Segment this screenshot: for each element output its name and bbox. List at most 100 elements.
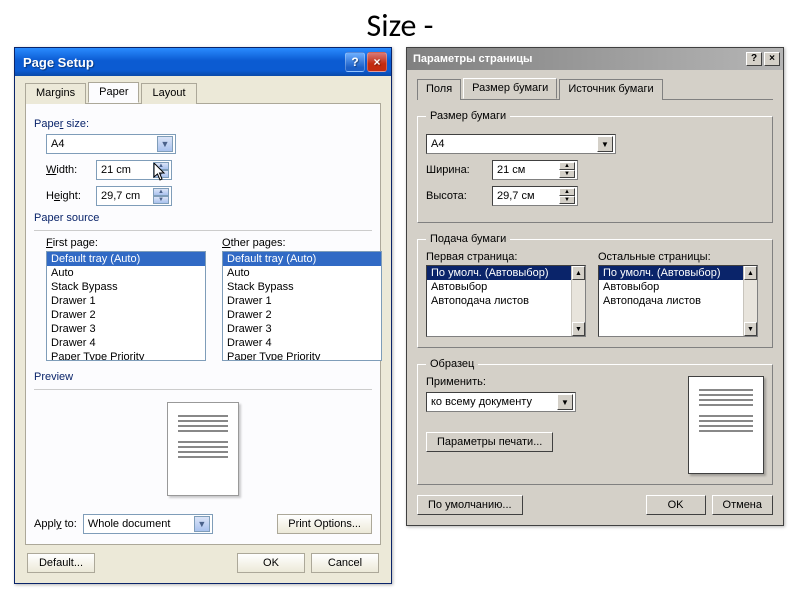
height-label: Height: (46, 190, 92, 202)
scroll-up-icon[interactable]: ▲ (744, 266, 757, 280)
list-item[interactable]: Default tray (Auto) (47, 252, 205, 266)
paper-size-value: A4 (431, 138, 444, 150)
page-setup-dialog-xp: Page Setup ? × Margins Paper Layout Pape… (14, 47, 392, 584)
page-preview-icon (688, 376, 764, 474)
print-params-button[interactable]: Параметры печати... (426, 432, 553, 452)
tab-paper[interactable]: Paper (88, 82, 139, 103)
list-item[interactable]: Drawer 3 (47, 322, 205, 336)
paper-source-label: Paper source (34, 212, 372, 224)
help-button[interactable]: ? (345, 52, 365, 72)
width-value: 21 cm (101, 164, 131, 176)
titlebar: Параметры страницы ? × (407, 48, 783, 70)
apply-to-combo[interactable]: Whole document ▼ (83, 514, 213, 534)
close-button[interactable]: × (367, 52, 387, 72)
height-value: 29,7 см (497, 190, 535, 202)
tab-razmer-bumagi[interactable]: Размер бумаги (463, 78, 557, 99)
list-item[interactable]: По умолч. (Автовыбор) (599, 266, 757, 280)
ok-button[interactable]: OK (646, 495, 706, 515)
list-item[interactable]: Drawer 4 (47, 336, 205, 350)
width-spinner[interactable]: 21 см ▲ ▼ (492, 160, 578, 180)
first-page-listbox[interactable]: По умолч. (Автовыбор) Автовыбор Автопода… (426, 265, 586, 337)
other-pages-listbox[interactable]: По умолч. (Автовыбор) Автовыбор Автопода… (598, 265, 758, 337)
tab-polya[interactable]: Поля (417, 79, 461, 100)
apply-value: ко всему документу (431, 396, 532, 408)
other-pages-listbox[interactable]: Default tray (Auto) Auto Stack Bypass Dr… (222, 251, 382, 361)
apply-combo[interactable]: ко всему документу ▼ (426, 392, 576, 412)
ok-button[interactable]: OK (237, 553, 305, 573)
spin-up-icon[interactable]: ▲ (153, 162, 169, 170)
spin-down-icon[interactable]: ▼ (559, 196, 575, 204)
spin-down-icon[interactable]: ▼ (153, 170, 169, 178)
list-item[interactable]: Автоподача листов (427, 294, 585, 308)
list-item[interactable]: Default tray (Auto) (223, 252, 381, 266)
print-options-button[interactable]: Print Options... (277, 514, 372, 534)
page-setup-dialog-classic: Параметры страницы ? × Поля Размер бумаг… (406, 47, 784, 526)
preview-pane (34, 396, 372, 506)
page-preview-icon (167, 402, 239, 496)
paper-size-group-label: Размер бумаги (426, 110, 510, 122)
scrollbar[interactable]: ▲ ▼ (571, 266, 585, 336)
list-item[interactable]: Автовыбор (599, 280, 757, 294)
list-item[interactable]: Paper Type Priority (223, 350, 381, 361)
chevron-down-icon[interactable]: ▼ (597, 136, 613, 152)
other-pages-label: Other pages: (222, 237, 382, 249)
preview-label: Preview (34, 371, 372, 383)
sample-group: Образец Применить: ко всему документу ▼ … (417, 358, 773, 485)
list-item[interactable]: Drawer 2 (223, 308, 381, 322)
chevron-down-icon[interactable]: ▼ (194, 516, 210, 532)
default-button[interactable]: Default... (27, 553, 95, 573)
list-item[interactable]: Stack Bypass (47, 280, 205, 294)
paper-size-label: Paper size: (34, 118, 372, 130)
chevron-down-icon[interactable]: ▼ (557, 394, 573, 410)
spin-up-icon[interactable]: ▲ (153, 188, 169, 196)
paper-source-group: Подача бумаги Первая страница: По умолч.… (417, 233, 773, 348)
list-item[interactable]: Drawer 2 (47, 308, 205, 322)
paper-size-combo[interactable]: A4 ▼ (426, 134, 616, 154)
default-button[interactable]: По умолчанию... (417, 495, 523, 515)
chevron-down-icon[interactable]: ▼ (157, 136, 173, 152)
scroll-down-icon[interactable]: ▼ (744, 322, 757, 336)
scroll-up-icon[interactable]: ▲ (572, 266, 585, 280)
close-button[interactable]: × (764, 52, 780, 66)
tab-margins[interactable]: Margins (25, 83, 86, 104)
titlebar: Page Setup ? × (15, 48, 391, 76)
list-item[interactable]: По умолч. (Автовыбор) (427, 266, 585, 280)
cancel-button[interactable]: Отмена (712, 495, 773, 515)
scrollbar[interactable]: ▲ ▼ (743, 266, 757, 336)
width-spinner[interactable]: 21 cm ▲ ▼ (96, 160, 172, 180)
spin-up-icon[interactable]: ▲ (559, 162, 575, 170)
height-spinner[interactable]: 29,7 см ▲ ▼ (492, 186, 578, 206)
list-item[interactable]: Drawer 4 (223, 336, 381, 350)
apply-label: Применить: (426, 376, 678, 388)
list-item[interactable]: Paper Type Priority (47, 350, 205, 361)
help-button[interactable]: ? (746, 52, 762, 66)
scroll-down-icon[interactable]: ▼ (572, 322, 585, 336)
apply-to-value: Whole document (88, 518, 171, 530)
spin-down-icon[interactable]: ▼ (153, 196, 169, 204)
tab-bar: Margins Paper Layout (25, 82, 381, 104)
list-item[interactable]: Auto (223, 266, 381, 280)
tab-layout[interactable]: Layout (141, 83, 196, 104)
other-pages-label: Остальные страницы: (598, 251, 758, 263)
list-item[interactable]: Drawer 1 (47, 294, 205, 308)
spin-up-icon[interactable]: ▲ (559, 188, 575, 196)
tab-bar: Поля Размер бумаги Источник бумаги (417, 78, 773, 100)
list-item[interactable]: Автоподача листов (599, 294, 757, 308)
list-item[interactable]: Drawer 1 (223, 294, 381, 308)
sample-group-label: Образец (426, 358, 478, 370)
height-label: Высота: (426, 190, 486, 202)
list-item[interactable]: Stack Bypass (223, 280, 381, 294)
list-item[interactable]: Auto (47, 266, 205, 280)
spin-down-icon[interactable]: ▼ (559, 170, 575, 178)
tab-istochnik-bumagi[interactable]: Источник бумаги (559, 79, 662, 100)
paper-size-combo[interactable]: A4 ▼ (46, 134, 176, 154)
height-spinner[interactable]: 29,7 cm ▲ ▼ (96, 186, 172, 206)
cancel-button[interactable]: Cancel (311, 553, 379, 573)
first-page-listbox[interactable]: Default tray (Auto) Auto Stack Bypass Dr… (46, 251, 206, 361)
list-item[interactable]: Drawer 3 (223, 322, 381, 336)
width-value: 21 см (497, 164, 525, 176)
list-item[interactable]: Автовыбор (427, 280, 585, 294)
page-title: Size - (0, 0, 800, 47)
tab-panel-paper: Paper size: A4 ▼ Width: 21 cm ▲ ▼ (25, 104, 381, 545)
paper-size-group: Размер бумаги A4 ▼ Ширина: 21 см ▲ ▼ (417, 110, 773, 223)
